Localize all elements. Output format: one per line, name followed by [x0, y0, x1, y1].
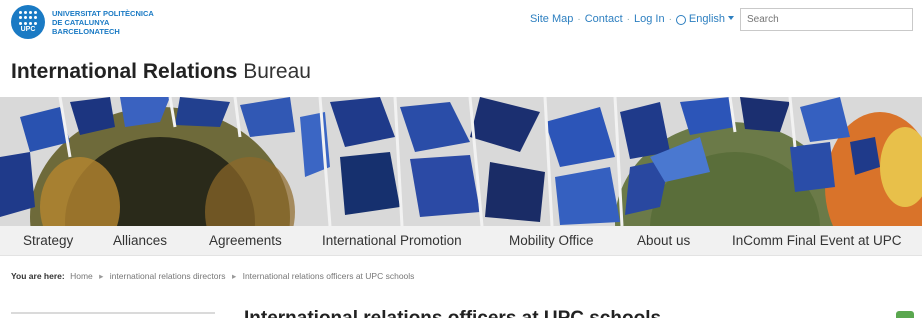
breadcrumb: You are here: Home ▸ international relat…	[11, 271, 414, 282]
university-name-line2: DE CATALUNYA	[52, 18, 110, 27]
search-input[interactable]	[740, 8, 913, 31]
site-title-light: Bureau	[243, 60, 311, 83]
university-name-line3: BARCELONATECH	[52, 27, 120, 36]
nav-item-about-us[interactable]: About us	[637, 233, 690, 248]
upc-logo[interactable]: UPC	[11, 5, 45, 39]
breadcrumb-current: International relations officers at UPC …	[242, 271, 415, 281]
sidebar-top-border	[11, 312, 215, 314]
nav-item-agreements[interactable]: Agreements	[209, 233, 282, 248]
logo-dots-icon	[19, 11, 37, 25]
breadcrumb-arrow-icon: ▸	[99, 271, 104, 281]
language-selector[interactable]: English	[675, 13, 734, 25]
nav-item-alliances[interactable]: Alliances	[113, 233, 167, 248]
logo-text: UPC	[20, 26, 36, 33]
nav-item-mobility-office[interactable]: Mobility Office	[509, 233, 594, 248]
breadcrumb-arrow-icon: ▸	[231, 271, 237, 281]
link-separator: ·	[668, 13, 672, 25]
link-separator: ·	[626, 13, 630, 25]
login-link[interactable]: Log In	[634, 13, 665, 25]
chevron-down-icon	[728, 16, 734, 20]
breadcrumb-relations-directors[interactable]: international relations directors	[110, 271, 226, 281]
mosaic-banner-image	[0, 97, 922, 226]
nav-item-incomm-final-event[interactable]: InComm Final Event at UPC	[732, 233, 902, 248]
page-heading: International relations officers at UPC …	[244, 308, 661, 318]
university-name-line1: UNIVERSITAT POLITÈCNICA	[52, 9, 154, 18]
top-header: UPC UNIVERSITAT POLITÈCNICA DE CATALUNYA…	[0, 0, 922, 44]
site-title[interactable]: International Relations Bureau	[11, 60, 311, 84]
nav-item-international-promotion[interactable]: International Promotion	[322, 233, 462, 248]
site-map-link[interactable]: Site Map	[530, 13, 573, 25]
breadcrumb-home[interactable]: Home	[70, 271, 93, 281]
main-navigation: Strategy Alliances Agreements Internatio…	[0, 226, 922, 256]
language-label: English	[688, 13, 725, 25]
university-name[interactable]: UNIVERSITAT POLITÈCNICA DE CATALUNYA BAR…	[52, 9, 154, 36]
link-separator: ·	[577, 13, 581, 25]
utility-links: Site Map · Contact · Log In · English	[530, 13, 734, 25]
nav-item-strategy[interactable]: Strategy	[23, 233, 73, 248]
breadcrumb-lead: You are here:	[11, 271, 65, 281]
green-action-button[interactable]	[896, 311, 914, 318]
contact-link[interactable]: Contact	[585, 13, 623, 25]
globe-icon	[675, 15, 686, 25]
site-title-strong: International Relations	[11, 60, 238, 83]
mosaic-banner-graphic	[0, 97, 922, 226]
